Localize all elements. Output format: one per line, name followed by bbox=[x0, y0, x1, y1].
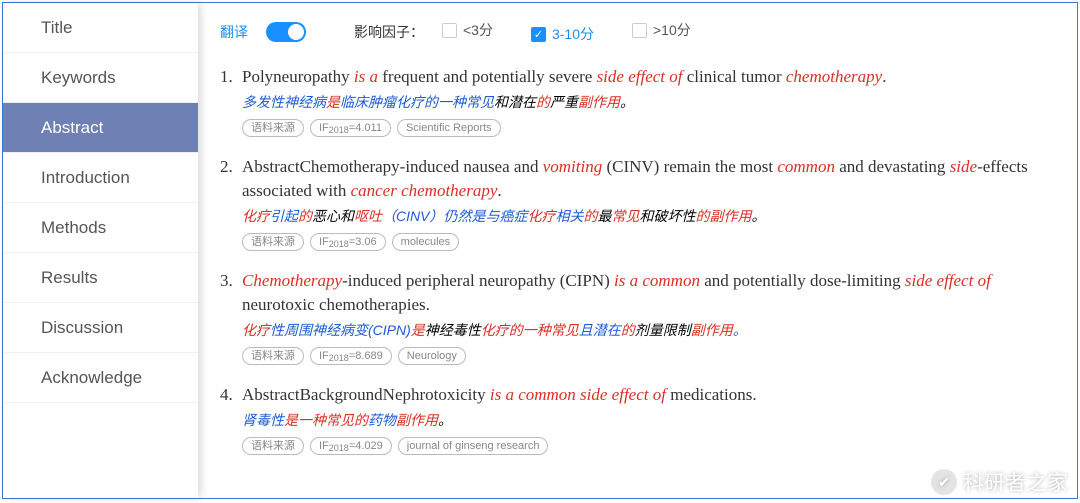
entry-tags: 语料来源 IF 2018 =3.06 molecules bbox=[242, 233, 1055, 251]
entry-sentence: AbstractChemotherapy-induced nausea and … bbox=[242, 155, 1055, 203]
entry-body: AbstractBackgroundNephrotoxicity is a co… bbox=[242, 383, 1055, 455]
filter-option-label: 3-10分 bbox=[552, 24, 594, 44]
filter-option-2[interactable]: >10分 bbox=[632, 20, 691, 40]
entry-body: Chemotherapy-induced peripheral neuropat… bbox=[242, 269, 1055, 365]
tag-journal[interactable]: Scientific Reports bbox=[397, 119, 501, 137]
sidebar-item-acknowledge[interactable]: Acknowledge bbox=[3, 353, 198, 403]
tag-if[interactable]: IF 2018 =8.689 bbox=[310, 347, 392, 365]
filter-option-label: >10分 bbox=[653, 20, 691, 40]
entry-translation: 化疗性周围神经病变(CIPN)是神经毒性化疗的一种常见且潜在的剂量限制副作用。 bbox=[242, 319, 1055, 341]
result-entry: 4.AbstractBackgroundNephrotoxicity is a … bbox=[220, 383, 1055, 455]
result-entry: 2.AbstractChemotherapy-induced nausea an… bbox=[220, 155, 1055, 251]
entry-body: Polyneuropathy is a frequent and potenti… bbox=[242, 65, 1055, 137]
translate-label: 翻译 bbox=[220, 22, 248, 42]
checkbox-icon bbox=[442, 23, 457, 38]
filter-option-label: <3分 bbox=[463, 20, 493, 40]
entry-tags: 语料来源 IF 2018 =4.029 journal of ginseng res… bbox=[242, 437, 1055, 455]
checkbox-icon bbox=[632, 23, 647, 38]
entry-body: AbstractChemotherapy-induced nausea and … bbox=[242, 155, 1055, 251]
sidebar-item-results[interactable]: Results bbox=[3, 253, 198, 303]
entry-tags: 语料来源 IF 2018 =4.011 Scientific Reports bbox=[242, 119, 1055, 137]
tag-if[interactable]: IF 2018 =4.011 bbox=[310, 119, 391, 137]
sidebar-item-discussion[interactable]: Discussion bbox=[3, 303, 198, 353]
impact-factor-label: 影响因子： bbox=[354, 22, 424, 42]
filter-option-1[interactable]: ✓ 3-10分 bbox=[531, 24, 594, 44]
entry-number: 1. bbox=[220, 65, 242, 137]
entry-tags: 语料来源 IF 2018 =8.689 Neurology bbox=[242, 347, 1055, 365]
toolbar: 翻译 影响因子： <3分 ✓ 3-10分 >10分 bbox=[220, 13, 1055, 51]
result-entry: 3.Chemotherapy-induced peripheral neurop… bbox=[220, 269, 1055, 365]
sidebar-item-introduction[interactable]: Introduction bbox=[3, 153, 198, 203]
tag-source[interactable]: 语料来源 bbox=[242, 233, 304, 251]
results-list: 1.Polyneuropathy is a frequent and poten… bbox=[220, 65, 1055, 455]
entry-sentence: AbstractBackgroundNephrotoxicity is a co… bbox=[242, 383, 1055, 407]
tag-journal[interactable]: molecules bbox=[392, 233, 460, 251]
main-content: 翻译 影响因子： <3分 ✓ 3-10分 >10分 1.Polyneuropathy … bbox=[198, 3, 1077, 498]
sidebar-item-methods[interactable]: Methods bbox=[3, 203, 198, 253]
sidebar-item-keywords[interactable]: Keywords bbox=[3, 53, 198, 103]
sidebar: TitleKeywordsAbstractIntroductionMethods… bbox=[3, 3, 198, 498]
entry-translation: 化疗引起的恶心和呕吐（CINV）仍然是与癌症化疗相关的最常见和破坏性的副作用。 bbox=[242, 205, 1055, 227]
tag-source[interactable]: 语料来源 bbox=[242, 119, 304, 137]
tag-journal[interactable]: journal of ginseng research bbox=[398, 437, 549, 455]
sidebar-item-abstract[interactable]: Abstract bbox=[3, 103, 198, 153]
sidebar-item-title[interactable]: Title bbox=[3, 3, 198, 53]
entry-sentence: Polyneuropathy is a frequent and potenti… bbox=[242, 65, 1055, 89]
entry-number: 3. bbox=[220, 269, 242, 365]
tag-journal[interactable]: Neurology bbox=[398, 347, 466, 365]
result-entry: 1.Polyneuropathy is a frequent and poten… bbox=[220, 65, 1055, 137]
tag-source[interactable]: 语料来源 bbox=[242, 347, 304, 365]
entry-number: 4. bbox=[220, 383, 242, 455]
tag-if[interactable]: IF 2018 =4.029 bbox=[310, 437, 392, 455]
translate-toggle[interactable] bbox=[266, 22, 306, 42]
checkbox-icon: ✓ bbox=[531, 27, 546, 42]
entry-number: 2. bbox=[220, 155, 242, 251]
tag-source[interactable]: 语料来源 bbox=[242, 437, 304, 455]
entry-sentence: Chemotherapy-induced peripheral neuropat… bbox=[242, 269, 1055, 317]
tag-if[interactable]: IF 2018 =3.06 bbox=[310, 233, 386, 251]
entry-translation: 肾毒性是一种常见的药物副作用。 bbox=[242, 409, 1055, 431]
entry-translation: 多发性神经病是临床肿瘤化疗的一种常见和潜在的严重副作用。 bbox=[242, 91, 1055, 113]
filter-option-0[interactable]: <3分 bbox=[442, 20, 493, 40]
